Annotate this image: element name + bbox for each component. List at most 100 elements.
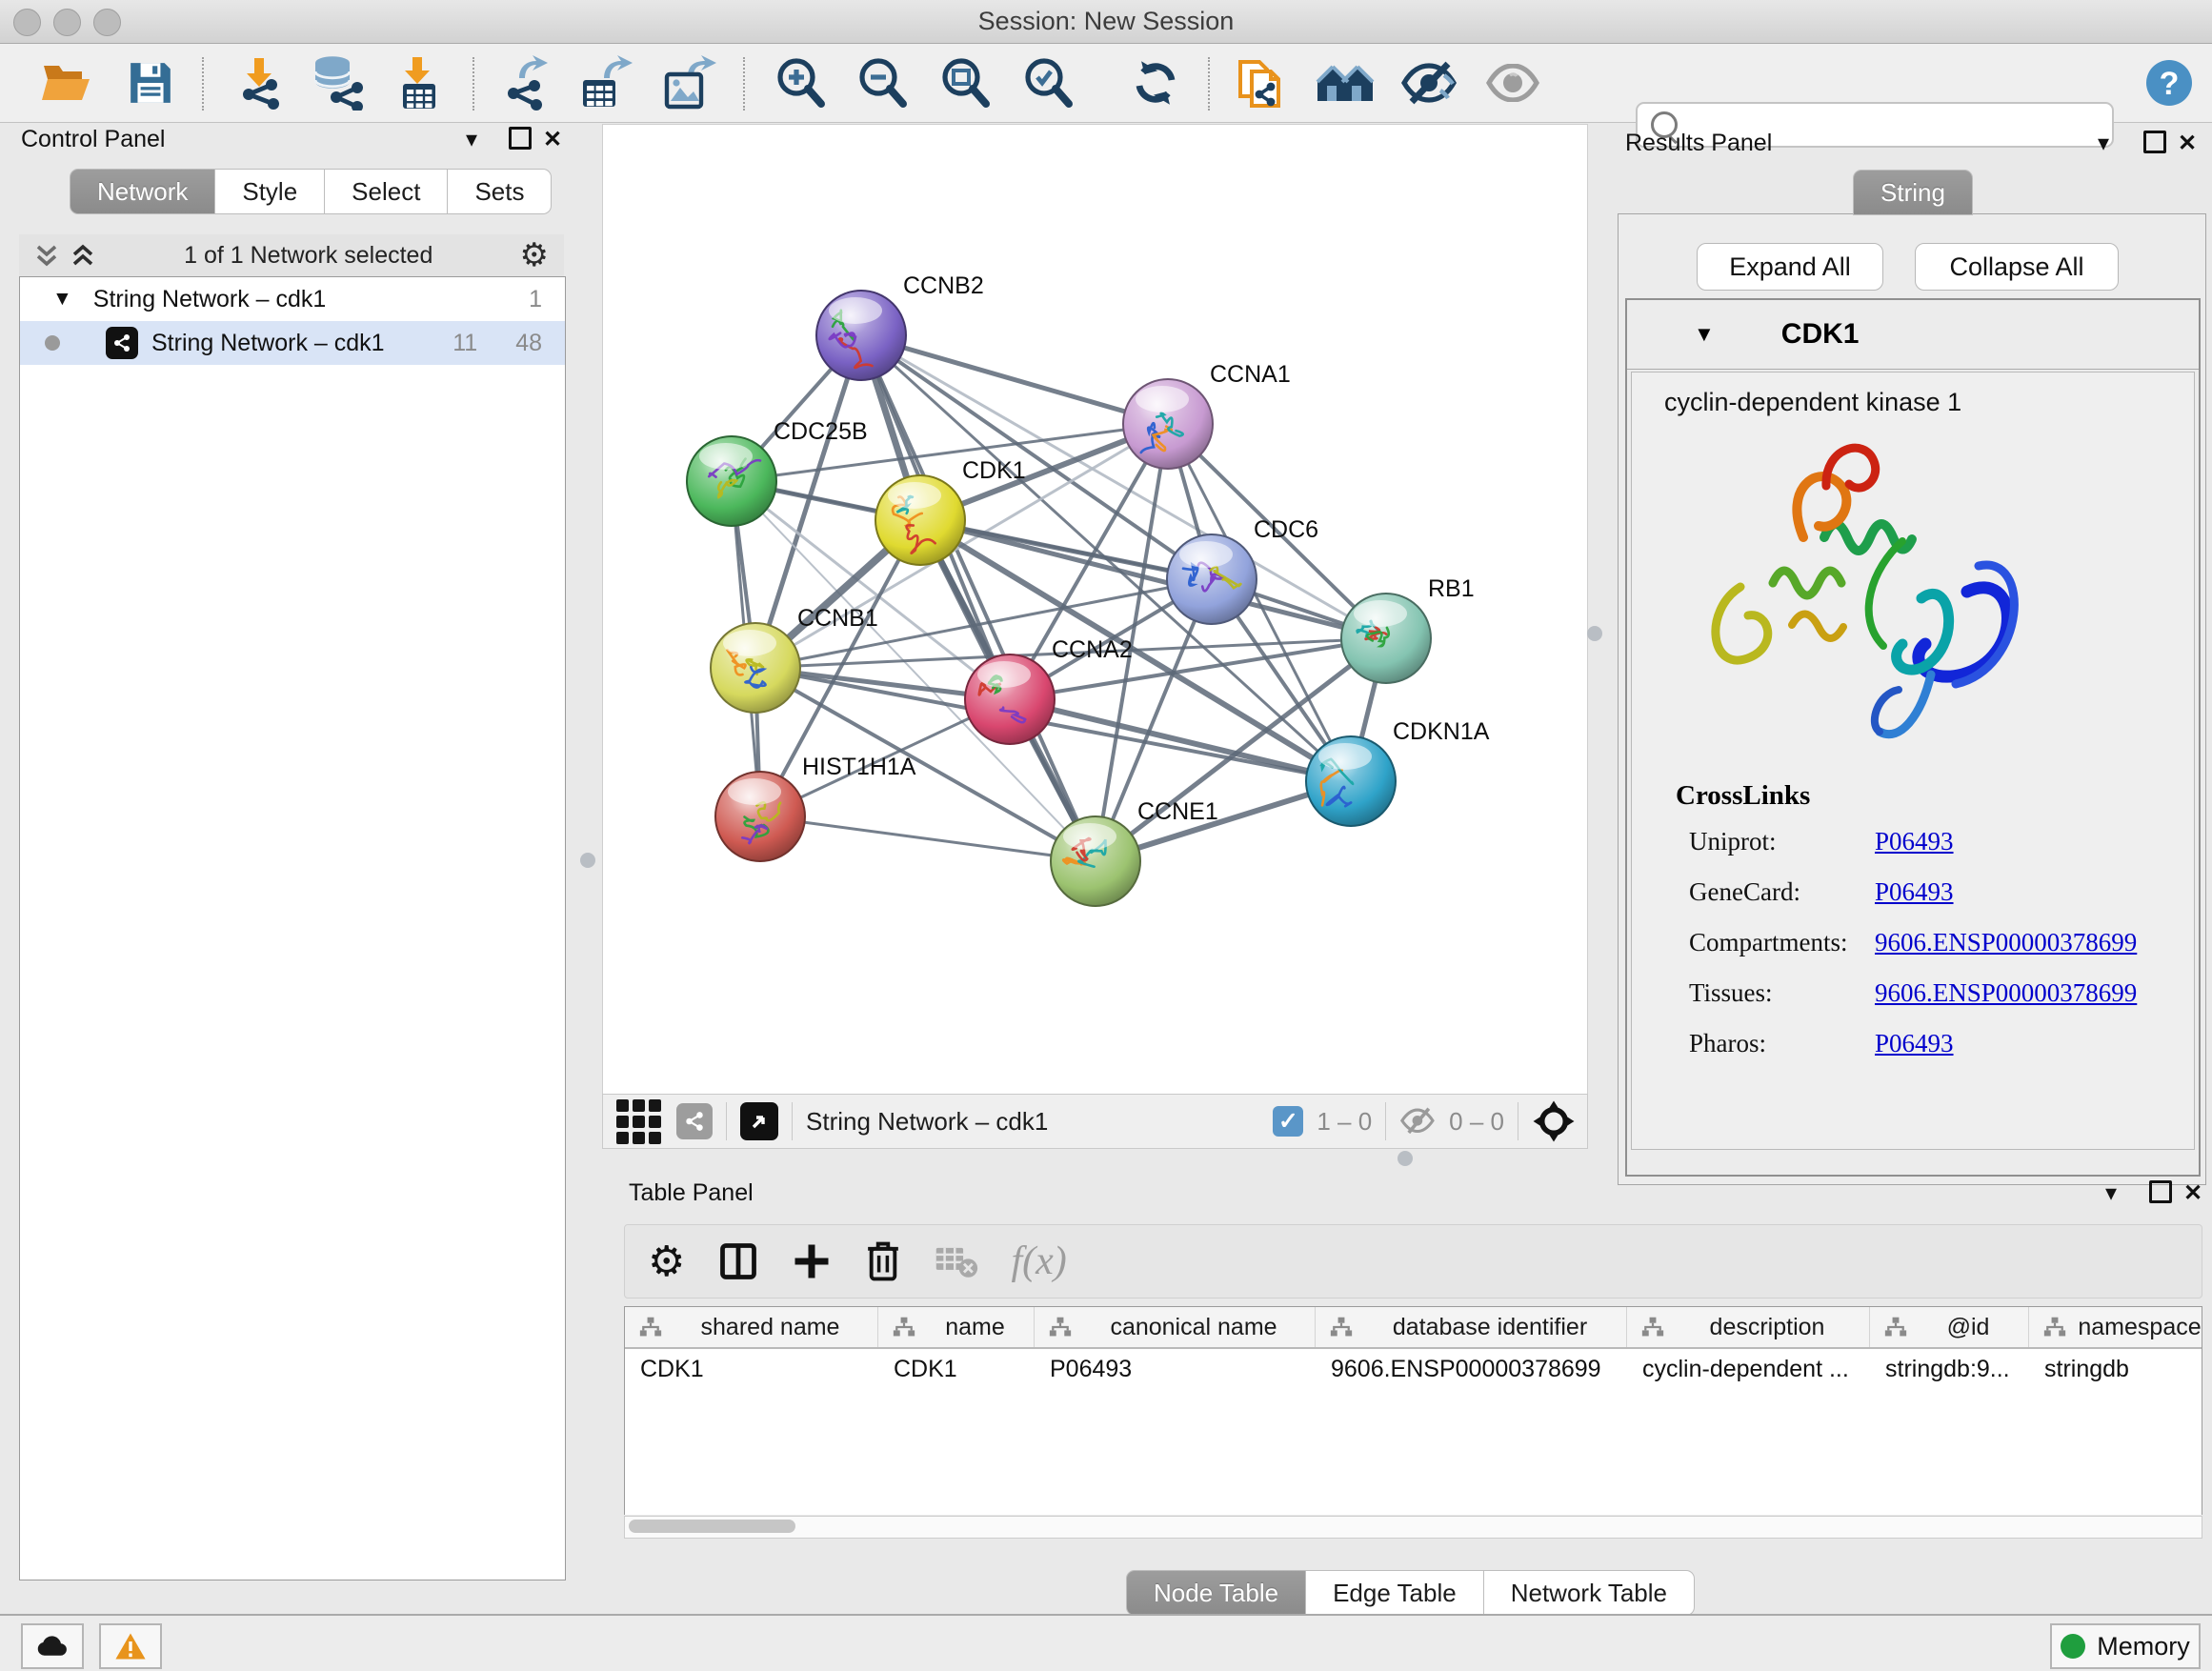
table-panel-float-icon[interactable] — [2149, 1180, 2172, 1210]
edge-CCNB2-CCNA1[interactable] — [861, 335, 1168, 424]
expand-all-button[interactable]: Expand All — [1697, 243, 1883, 291]
zoom-in-icon[interactable] — [774, 56, 827, 110]
crosslink-link[interactable]: P06493 — [1875, 877, 1954, 907]
node-CDC25B[interactable]: CDC25B — [687, 418, 868, 526]
cell-canonical-name[interactable]: P06493 — [1035, 1349, 1316, 1389]
column-header-namespace[interactable]: namespace — [2029, 1307, 2202, 1347]
column-header-shared-name[interactable]: shared name — [625, 1307, 878, 1347]
bottom-splitter-grip[interactable] — [1398, 1151, 1413, 1166]
tab-network[interactable]: Network — [70, 169, 215, 214]
memory-button[interactable]: Memory — [2050, 1623, 2201, 1669]
cell-@id[interactable]: stringdb:9... — [1870, 1349, 2029, 1389]
network-collection-row[interactable]: ▼ String Network – cdk1 1 — [20, 277, 565, 321]
edge-CCNA2-CDKN1A[interactable] — [1010, 699, 1351, 781]
left-splitter-grip[interactable] — [580, 853, 595, 868]
column-header-name[interactable]: name — [878, 1307, 1035, 1347]
export-table-icon[interactable] — [577, 55, 633, 111]
export-image-icon[interactable] — [661, 55, 716, 111]
edge-CCNB2-CCNE1[interactable] — [861, 335, 1096, 861]
results-panel-title: Results Panel — [1625, 130, 1772, 157]
table-panel-close-icon[interactable]: ✕ — [2183, 1179, 2202, 1207]
tab-select[interactable]: Select — [325, 169, 448, 214]
import-network-from-database-icon[interactable] — [308, 55, 365, 111]
node-CCNB1[interactable]: CCNB1 — [711, 605, 878, 713]
cell-description[interactable]: cyclin-dependent ... — [1627, 1349, 1870, 1389]
column-header-@id[interactable]: @id — [1870, 1307, 2029, 1347]
cdk1-section-header[interactable]: ▼ CDK1 — [1627, 300, 2199, 370]
crosslink-link[interactable]: 9606.ENSP00000378699 — [1875, 978, 2137, 1008]
cell-database-identifier[interactable]: 9606.ENSP00000378699 — [1316, 1349, 1627, 1389]
help-icon[interactable]: ? — [2144, 58, 2194, 108]
network-edges[interactable] — [732, 335, 1386, 861]
node-HIST1H1A[interactable]: HIST1H1A — [715, 754, 916, 861]
bundled-apps-icon[interactable] — [1316, 59, 1375, 107]
fit-content-crosshair-icon[interactable] — [1532, 1099, 1576, 1143]
node-CDK1[interactable]: CDK1 — [875, 457, 1026, 565]
collapse-all-icon[interactable] — [32, 241, 61, 270]
node-RB1[interactable]: RB1 — [1341, 575, 1475, 683]
collapse-all-button[interactable]: Collapse All — [1915, 243, 2119, 291]
expand-all-icon[interactable] — [69, 241, 97, 270]
network-canvas[interactable]: CCNB2CCNA1CDC25BCDK1CDC6RB1CCNB1CCNA2CDK… — [602, 124, 1588, 1096]
selected-nodes-checkbox-icon[interactable]: ✓ — [1273, 1106, 1303, 1137]
hidden-counter: 0 – 0 — [1449, 1107, 1504, 1137]
results-panel-menu-icon[interactable]: ▾ — [2098, 130, 2109, 157]
hide-panels-icon[interactable] — [1400, 60, 1458, 106]
cell-shared-name[interactable]: CDK1 — [625, 1349, 878, 1389]
column-header-canonical-name[interactable]: canonical name — [1035, 1307, 1316, 1347]
results-panel-float-icon[interactable] — [2143, 131, 2166, 160]
crosslink-row: GeneCard:P06493 — [1689, 877, 2194, 907]
table-row[interactable]: CDK1CDK1P064939606.ENSP00000378699cyclin… — [625, 1349, 2202, 1389]
export-network-icon[interactable] — [500, 55, 553, 111]
cell-namespace[interactable]: stringdb — [2029, 1349, 2202, 1389]
column-header-description[interactable]: description — [1627, 1307, 1870, 1347]
crosslink-link[interactable]: 9606.ENSP00000378699 — [1875, 928, 2137, 957]
results-panel-tab-string[interactable]: String — [1853, 170, 1973, 215]
cell-name[interactable]: CDK1 — [878, 1349, 1035, 1389]
tab-edge-table[interactable]: Edge Table — [1306, 1570, 1484, 1616]
zoom-out-icon[interactable] — [855, 56, 909, 110]
table-panel-tabs: Node TableEdge TableNetwork Table — [1126, 1570, 1695, 1616]
scrollbar-thumb[interactable] — [629, 1520, 795, 1533]
crosslink-link[interactable]: P06493 — [1875, 827, 1954, 856]
refresh-icon[interactable] — [1130, 57, 1181, 109]
import-network-from-file-icon[interactable] — [233, 56, 287, 110]
node-gloss-highlight — [723, 630, 776, 656]
node-CDKN1A[interactable]: CDKN1A — [1306, 718, 1490, 826]
node-CCNA1[interactable]: CCNA1 — [1123, 361, 1291, 469]
warning-status-button[interactable] — [99, 1623, 162, 1669]
birdseye-view-icon[interactable] — [616, 1099, 661, 1144]
show-columns-icon[interactable] — [717, 1240, 759, 1282]
control-panel-float-icon[interactable] — [509, 127, 532, 156]
add-column-icon[interactable] — [792, 1241, 832, 1281]
cloud-status-button[interactable] — [21, 1623, 84, 1669]
table-settings-gear-icon[interactable]: ⚙ — [648, 1238, 685, 1286]
collection-expander-icon[interactable]: ▼ — [52, 288, 72, 311]
save-session-icon[interactable] — [127, 59, 174, 107]
column-header-database-identifier[interactable]: database identifier — [1316, 1307, 1627, 1347]
network-row[interactable]: String Network – cdk1 11 48 — [20, 321, 565, 365]
open-in-window-icon[interactable] — [740, 1102, 778, 1140]
results-panel-close-icon[interactable]: ✕ — [2178, 130, 2197, 157]
control-panel-close-icon[interactable]: ✕ — [543, 126, 562, 153]
clone-network-icon[interactable] — [1235, 54, 1286, 111]
tab-network-table[interactable]: Network Table — [1484, 1570, 1695, 1616]
tab-node-table[interactable]: Node Table — [1126, 1570, 1306, 1616]
zoom-fit-icon[interactable] — [938, 56, 992, 110]
delete-column-trash-icon[interactable] — [864, 1240, 902, 1282]
control-panel-menu-icon[interactable]: ▾ — [466, 126, 477, 153]
crosslink-row: Compartments:9606.ENSP00000378699 — [1689, 928, 2194, 957]
tab-style[interactable]: Style — [215, 169, 325, 214]
right-splitter-grip[interactable] — [1587, 626, 1602, 641]
table-horizontal-scrollbar[interactable] — [624, 1516, 2202, 1539]
edge-HIST1H1A-CCNE1[interactable] — [760, 816, 1096, 861]
open-session-icon[interactable] — [40, 60, 93, 106]
zoom-selected-icon[interactable] — [1021, 56, 1075, 110]
cdk1-expander-icon[interactable]: ▼ — [1694, 322, 1715, 347]
table-panel-menu-icon[interactable]: ▾ — [2105, 1179, 2117, 1207]
network-options-gear-icon[interactable]: ⚙ — [520, 236, 549, 274]
import-table-from-file-icon[interactable] — [393, 55, 445, 111]
network-overview-share-icon[interactable] — [676, 1103, 713, 1139]
tab-sets[interactable]: Sets — [448, 169, 552, 214]
crosslink-link[interactable]: P06493 — [1875, 1029, 1954, 1058]
